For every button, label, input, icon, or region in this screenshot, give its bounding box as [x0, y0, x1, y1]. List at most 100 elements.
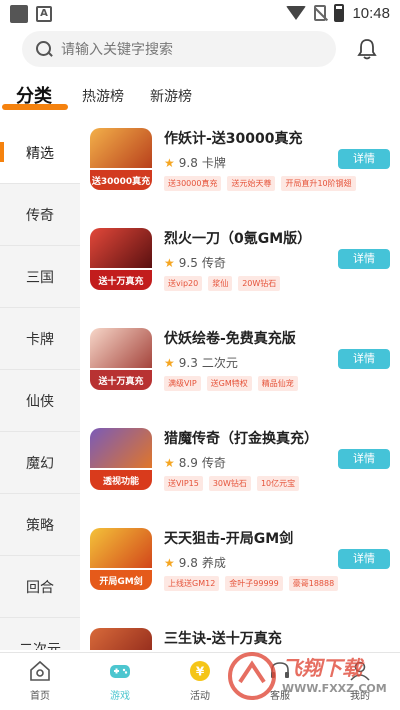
game-genre: 卡牌: [201, 156, 226, 170]
game-thumbnail: 开局GM剑: [90, 528, 152, 590]
star-icon: ★: [164, 255, 175, 270]
game-rating: 9.8: [178, 555, 198, 570]
svg-text:¥: ¥: [196, 665, 205, 679]
game-tag: 送vip20: [164, 276, 203, 291]
game-thumbnail: 送十万真充: [90, 228, 152, 290]
tab-hot-games[interactable]: 热游榜: [82, 86, 124, 106]
watermark-url: WWW.FXXZ.COM: [282, 682, 387, 695]
bell-icon[interactable]: [356, 37, 378, 61]
no-sim-icon: [314, 5, 327, 21]
sidebar-item-strategy[interactable]: 策略: [0, 494, 80, 556]
search-placeholder: 请输入关键字搜索: [61, 42, 173, 58]
detail-button[interactable]: 详情: [338, 449, 390, 469]
game-tag: 送VIP15: [164, 476, 203, 491]
game-thumbnail: 送30000真充: [90, 128, 152, 190]
sidebar-item-featured[interactable]: 精选: [0, 122, 80, 184]
game-tag: 20W钻石: [238, 276, 281, 291]
battery-icon: [334, 4, 345, 22]
list-item[interactable]: 送十万真充 伏妖绘卷-免费真充版 ★ 9.3 二次元 满级VIP 送GM特权 精…: [80, 318, 400, 418]
tab-new-games[interactable]: 新游榜: [150, 86, 192, 106]
search-bar[interactable]: 请输入关键字搜索: [22, 31, 336, 67]
game-genre: 二次元: [201, 356, 238, 370]
game-rating: 9.3: [178, 355, 198, 370]
game-tag: 满级VIP: [164, 376, 201, 391]
game-thumbnail: [90, 628, 152, 650]
notification-icon: [10, 5, 28, 23]
game-tags: 送VIP15 30W钻石 10亿元宝: [164, 476, 300, 491]
game-tags: 上线送GM12 金叶子99999 豪哥18888: [164, 576, 339, 591]
nav-games-label: 游戏: [110, 691, 130, 702]
sidebar-item-fantasy[interactable]: 魔幻: [0, 432, 80, 494]
watermark-text: 飞翔下载: [282, 656, 362, 680]
detail-button[interactable]: 详情: [338, 149, 390, 169]
game-rating: 9.8: [178, 155, 198, 170]
game-thumbnail: 透视功能: [90, 428, 152, 490]
home-icon: [30, 660, 50, 681]
game-list: 送30000真充 作妖计-送30000真充 ★ 9.8 卡牌 送30000真充 …: [80, 118, 400, 650]
game-tag: 浆仙: [208, 276, 233, 291]
game-title: 烈火一刀（0氪GM版）: [164, 231, 312, 247]
game-title: 作妖计-送30000真充: [164, 131, 303, 147]
watermark-logo-icon: [228, 652, 276, 700]
game-genre: 传奇: [201, 456, 226, 470]
app-notification-icon: A: [36, 6, 52, 22]
game-tags: 送vip20 浆仙 20W钻石: [164, 276, 281, 291]
game-tags: 满级VIP 送GM特权 精品仙宠: [164, 376, 298, 391]
game-tag: 送元始天尊: [227, 176, 276, 191]
game-tag: 上线送GM12: [164, 576, 220, 591]
game-tag: 豪哥18888: [288, 576, 339, 591]
game-tag: 10亿元宝: [256, 476, 300, 491]
wifi-icon: [286, 6, 307, 20]
list-item[interactable]: 透视功能 猎魔传奇（打金换真充） ★ 8.9 传奇 送VIP15 30W钻石 1…: [80, 418, 400, 518]
sidebar-item-legend[interactable]: 传奇: [0, 184, 80, 246]
coin-icon: ¥: [190, 661, 210, 681]
game-meta: ★ 9.8 养成: [164, 554, 226, 571]
game-tag: 金叶子99999: [225, 576, 283, 591]
star-icon: ★: [164, 555, 175, 570]
game-tag: 送GM特权: [206, 376, 252, 391]
sidebar-item-anime[interactable]: 二次元: [0, 618, 80, 651]
detail-button[interactable]: 详情: [338, 349, 390, 369]
nav-games[interactable]: 游戏: [80, 653, 160, 710]
star-icon: ★: [164, 355, 175, 370]
game-title: 天天狙击-开局GM剑: [164, 531, 294, 547]
clock: 10:48: [352, 4, 390, 22]
search-icon: [36, 41, 52, 57]
list-item[interactable]: 送30000真充 作妖计-送30000真充 ★ 9.8 卡牌 送30000真充 …: [80, 118, 400, 218]
game-genre: 传奇: [201, 256, 226, 270]
game-meta: ★ 9.5 传奇: [164, 254, 226, 271]
game-meta: ★ 9.3 二次元: [164, 354, 238, 371]
nav-home[interactable]: 首页: [0, 653, 80, 710]
sidebar-item-turn-based[interactable]: 回合: [0, 556, 80, 618]
game-meta: ★ 9.8 卡牌: [164, 154, 226, 171]
watermark: 飞翔下载 WWW.FXXZ.COM: [226, 646, 400, 710]
star-icon: ★: [164, 455, 175, 470]
game-tags: 送30000真充 送元始天尊 开局直升10阶钢翅: [164, 176, 356, 191]
sidebar-item-xianxia[interactable]: 仙侠: [0, 370, 80, 432]
status-bar: A 10:48: [0, 0, 400, 28]
game-thumbnail: 送十万真充: [90, 328, 152, 390]
game-title: 三生诀-送十万真充: [164, 631, 282, 647]
game-rating: 9.5: [178, 255, 198, 270]
gamepad-icon: [110, 665, 130, 678]
top-tabs: 分类 热游榜 新游榜: [0, 78, 400, 114]
game-tag: 开局直升10阶钢翅: [281, 176, 356, 191]
game-tag: 精品仙宠: [257, 376, 298, 391]
list-item[interactable]: 送十万真充 烈火一刀（0氪GM版） ★ 9.5 传奇 送vip20 浆仙 20W…: [80, 218, 400, 318]
nav-home-label: 首页: [30, 691, 50, 702]
game-tag: 送30000真充: [164, 176, 222, 191]
tab-active-indicator: [2, 104, 68, 110]
nav-activity-label: 活动: [190, 691, 210, 702]
list-item[interactable]: 开局GM剑 天天狙击-开局GM剑 ★ 9.8 养成 上线送GM12 金叶子999…: [80, 518, 400, 618]
sidebar-item-card[interactable]: 卡牌: [0, 308, 80, 370]
star-icon: ★: [164, 155, 175, 170]
sidebar-item-three-kingdoms[interactable]: 三国: [0, 246, 80, 308]
game-title: 伏妖绘卷-免费真充版: [164, 331, 296, 347]
game-meta: ★ 8.9 传奇: [164, 454, 226, 471]
game-genre: 养成: [201, 556, 226, 570]
game-rating: 8.9: [178, 455, 198, 470]
detail-button[interactable]: 详情: [338, 249, 390, 269]
category-sidebar: 精选 传奇 三国 卡牌 仙侠 魔幻 策略 回合 二次元: [0, 122, 80, 650]
game-tag: 30W钻石: [208, 476, 251, 491]
detail-button[interactable]: 详情: [338, 549, 390, 569]
